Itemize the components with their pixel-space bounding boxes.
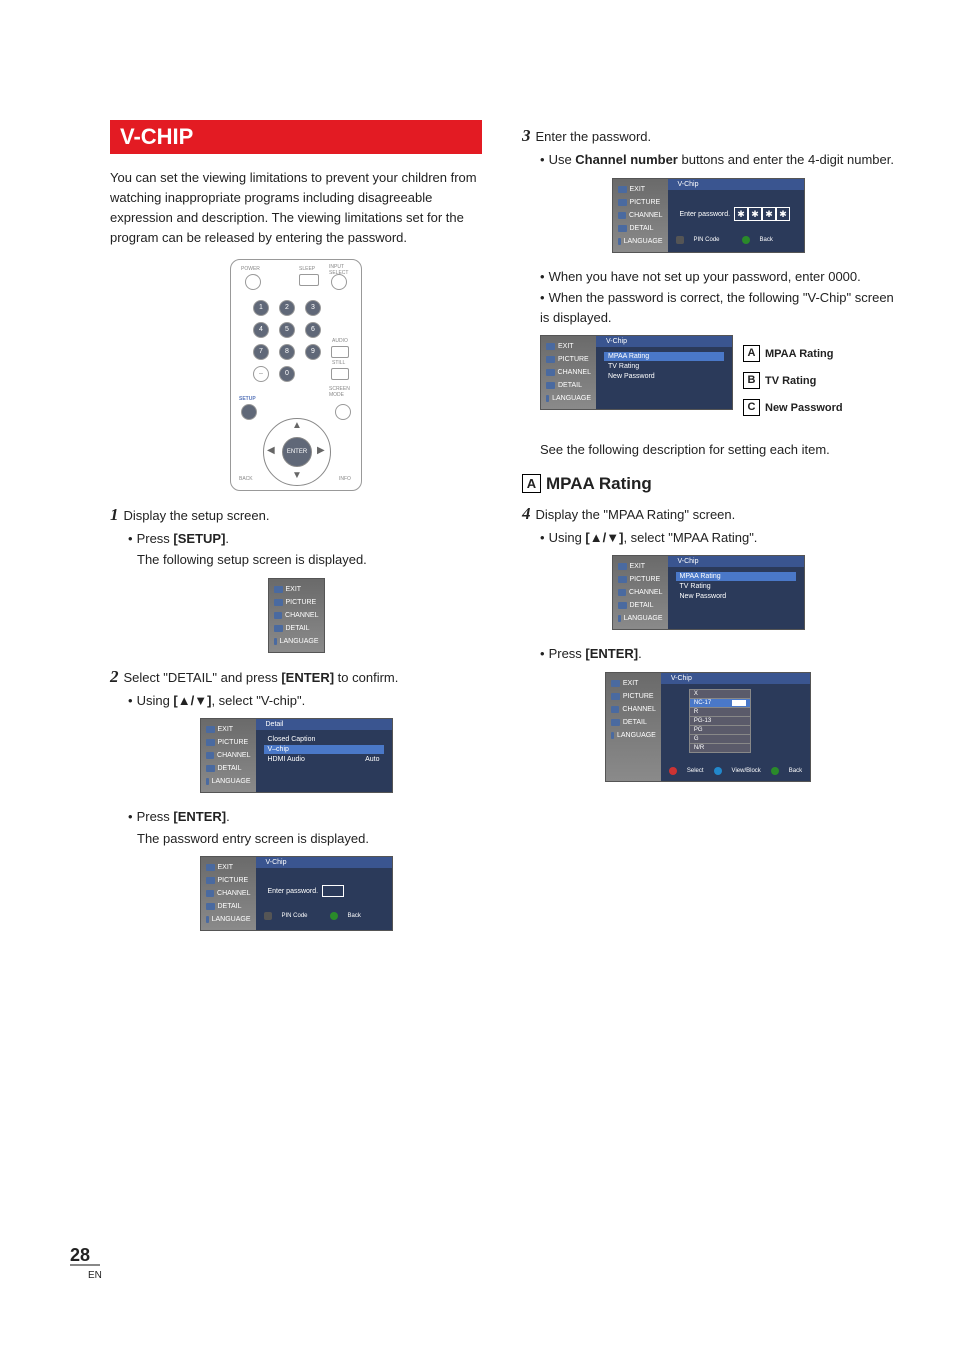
step-1a: •Press [SETUP]. <box>128 529 482 549</box>
osd-password-blank: EXIT PICTURE CHANNEL DETAIL LANGUAGE V-C… <box>200 856 393 931</box>
step-2: 2Select "DETAIL" and press [ENTER] to co… <box>110 667 482 687</box>
callout-labels: AMPAA Rating BTV Rating CNew Password <box>743 335 843 426</box>
step-4b: •Press [ENTER]. <box>540 644 894 664</box>
step-2a: •Using [▲/▼], select "V-chip". <box>128 691 482 711</box>
step-4: 4Display the "MPAA Rating" screen. <box>522 504 894 524</box>
step-3-note: See the following description for settin… <box>540 440 894 460</box>
page-number: 28 EN <box>70 1245 102 1281</box>
step-3: 3Enter the password. <box>522 126 894 146</box>
step-3a: •Use Channel number buttons and enter th… <box>540 150 894 170</box>
section-title: V-CHIP <box>110 120 482 154</box>
intro-text: You can set the viewing limitations to p… <box>110 168 482 249</box>
step-3c: •When the password is correct, the follo… <box>540 288 894 327</box>
step-2d: The password entry screen is displayed. <box>137 829 482 849</box>
osd-vchip-menu: EXIT PICTURE CHANNEL DETAIL LANGUAGE V-C… <box>540 335 733 410</box>
step-4a: •Using [▲/▼], select "MPAA Rating". <box>540 528 894 548</box>
step-1: 1Display the setup screen. <box>110 505 482 525</box>
remote-figure: POWER SLEEP INPUT SELECT 1 2 3 4 5 6 7 8… <box>230 259 362 491</box>
osd-mpaa-select: EXIT PICTURE CHANNEL DETAIL LANGUAGE V-C… <box>612 555 805 630</box>
osd-password-filled: EXIT PICTURE CHANNEL DETAIL LANGUAGE V-C… <box>612 178 805 253</box>
osd-mpaa-ratings: EXIT PICTURE CHANNEL DETAIL LANGUAGE V-C… <box>605 672 811 782</box>
step-3b: •When you have not set up your password,… <box>540 267 894 287</box>
step-1b: The following setup screen is displayed. <box>137 550 482 570</box>
heading-mpaa: AMPAA Rating <box>522 474 894 494</box>
osd-detail: EXIT PICTURE CHANNEL DETAIL LANGUAGE Det… <box>200 718 393 793</box>
osd-setup: EXIT PICTURE CHANNEL DETAIL LANGUAGE <box>268 578 325 653</box>
step-2c: •Press [ENTER]. <box>128 807 482 827</box>
